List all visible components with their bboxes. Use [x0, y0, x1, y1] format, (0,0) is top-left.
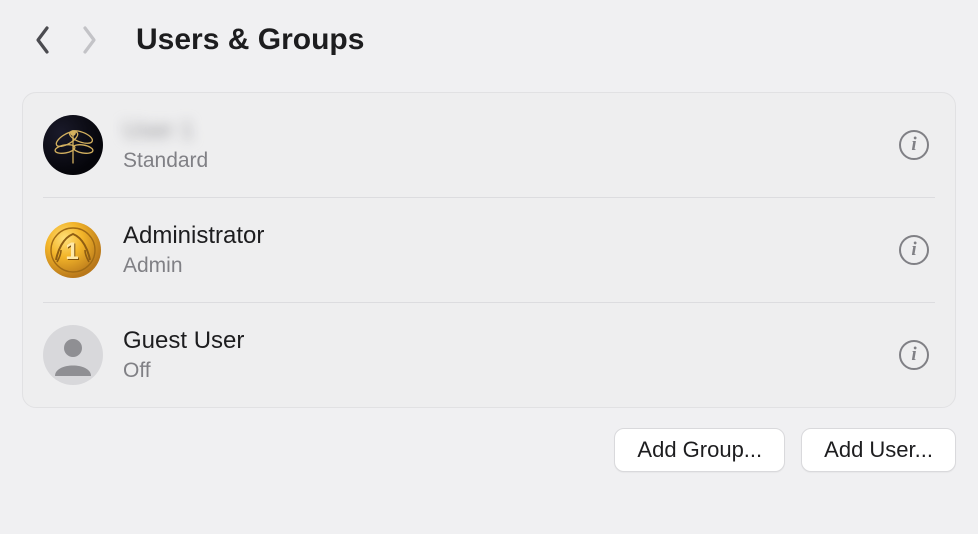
info-button[interactable]: i: [899, 130, 929, 160]
user-labels: User 1 Standard: [123, 118, 899, 171]
svg-text:1: 1: [65, 238, 78, 265]
info-icon: i: [911, 345, 916, 364]
add-user-button[interactable]: Add User...: [801, 428, 956, 472]
page-title: Users & Groups: [136, 23, 364, 57]
user-row[interactable]: User 1 Standard i: [43, 93, 935, 197]
header-bar: Users & Groups: [0, 0, 978, 72]
forward-button[interactable]: [66, 18, 112, 62]
back-button[interactable]: [20, 18, 66, 62]
user-labels: Administrator Admin: [123, 223, 899, 276]
avatar: [43, 325, 103, 385]
chevron-right-icon: [80, 25, 98, 55]
user-row[interactable]: Guest User Off i: [43, 302, 935, 407]
dragonfly-icon: [45, 117, 101, 173]
user-role: Standard: [123, 149, 899, 172]
user-role: Admin: [123, 254, 899, 277]
footer-buttons: Add Group... Add User...: [0, 408, 978, 472]
user-row[interactable]: 1 1 Administrator Admin i: [43, 197, 935, 302]
user-name: Guest User: [123, 328, 899, 354]
chevron-left-icon: [34, 25, 52, 55]
user-labels: Guest User Off: [123, 328, 899, 381]
add-group-button[interactable]: Add Group...: [614, 428, 785, 472]
info-icon: i: [911, 135, 916, 154]
users-panel: User 1 Standard i 1 1: [22, 92, 956, 408]
user-name: Administrator: [123, 223, 899, 249]
medal-icon: 1 1: [43, 220, 103, 280]
info-button[interactable]: i: [899, 235, 929, 265]
person-icon: [50, 332, 96, 378]
user-role: Off: [123, 359, 899, 382]
avatar: [43, 115, 103, 175]
info-button[interactable]: i: [899, 340, 929, 370]
avatar: 1 1: [43, 220, 103, 280]
user-name: User 1: [123, 118, 899, 144]
info-icon: i: [911, 240, 916, 259]
